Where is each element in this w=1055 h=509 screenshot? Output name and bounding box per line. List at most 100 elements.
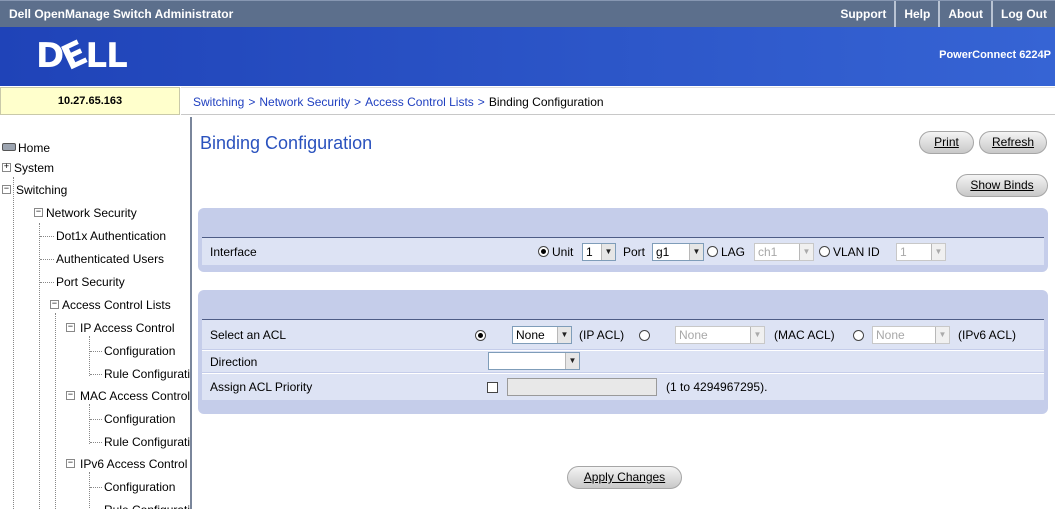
collapse-icon[interactable]: − bbox=[2, 185, 11, 194]
refresh-button[interactable]: Refresh bbox=[979, 131, 1047, 154]
crumb-separator: > bbox=[354, 95, 362, 109]
help-link[interactable]: Help bbox=[894, 1, 938, 28]
top-bar: Dell OpenManage Switch Administrator Sup… bbox=[0, 0, 1055, 28]
model-name: PowerConnect 6224P bbox=[939, 49, 1051, 61]
print-button[interactable]: Print bbox=[919, 131, 974, 154]
sidebar-item-home[interactable]: Home bbox=[18, 139, 50, 157]
priority-range: (1 to 4294967295). bbox=[666, 380, 768, 394]
sidebar-item-network-security[interactable]: Network Security bbox=[46, 204, 137, 222]
about-link[interactable]: About bbox=[938, 1, 991, 28]
unit-radio[interactable] bbox=[538, 246, 549, 257]
breadcrumb: Switching > Network Security > Access Cont… bbox=[193, 95, 604, 109]
tree-guide-line bbox=[39, 223, 40, 509]
priority-checkbox[interactable] bbox=[487, 382, 498, 393]
chevron-down-icon: ▼ bbox=[750, 327, 764, 343]
sidebar-item-mac-configuration[interactable]: Configuration bbox=[104, 410, 175, 428]
sidebar-item-system[interactable]: System bbox=[14, 159, 54, 177]
crumb-access-control-lists[interactable]: Access Control Lists bbox=[365, 95, 474, 109]
ipv6-acl-value: None bbox=[876, 328, 905, 342]
sidebar-item-ipv6-configuration[interactable]: Configuration bbox=[104, 478, 175, 496]
unit-select[interactable]: 1 ▼ bbox=[582, 243, 616, 261]
vlan-select[interactable]: 1 ▼ bbox=[896, 243, 946, 261]
mac-acl-value: None bbox=[679, 328, 708, 342]
select-acl-label: Select an ACL bbox=[210, 328, 287, 342]
lag-select[interactable]: ch1 ▼ bbox=[754, 243, 814, 261]
port-select[interactable]: g1 ▼ bbox=[652, 243, 704, 261]
unit-value: 1 bbox=[586, 245, 593, 259]
sidebar-item-dot1x-authentication[interactable]: Dot1x Authentication bbox=[56, 227, 166, 245]
ip-acl-label: (IP ACL) bbox=[579, 328, 625, 342]
priority-row: Assign ACL Priority (1 to 4294967295). bbox=[202, 373, 1044, 400]
crumb-separator: > bbox=[248, 95, 256, 109]
ip-acl-select[interactable]: None ▼ bbox=[512, 326, 572, 344]
chevron-down-icon: ▼ bbox=[931, 244, 945, 260]
collapse-icon[interactable]: − bbox=[66, 391, 75, 400]
sidebar-item-ip-configuration[interactable]: Configuration bbox=[104, 342, 175, 360]
chevron-down-icon: ▼ bbox=[689, 244, 703, 260]
select-acl-row: Select an ACL None ▼ (IP ACL) None ▼ (MAC … bbox=[202, 319, 1044, 349]
crumb-network-security[interactable]: Network Security bbox=[259, 95, 350, 109]
direction-row: Direction ▼ bbox=[202, 350, 1044, 372]
unit-label: Unit bbox=[552, 245, 574, 259]
direction-label: Direction bbox=[210, 355, 258, 369]
tree-branch bbox=[90, 442, 102, 443]
show-binds-button[interactable]: Show Binds bbox=[956, 174, 1048, 197]
crumb-switching[interactable]: Switching bbox=[193, 95, 244, 109]
vlan-label: VLAN ID bbox=[833, 245, 880, 259]
sidebar-item-ip-rule-configuration[interactable]: Rule Configuration bbox=[104, 365, 190, 383]
apply-changes-button[interactable]: Apply Changes bbox=[567, 466, 682, 489]
tree-guide-line bbox=[89, 472, 90, 509]
collapse-icon[interactable]: − bbox=[66, 459, 75, 468]
ipv6-acl-label: (IPv6 ACL) bbox=[958, 328, 1017, 342]
port-label: Port bbox=[623, 245, 646, 259]
ip-acl-radio[interactable] bbox=[475, 330, 486, 341]
collapse-icon[interactable]: − bbox=[66, 323, 75, 332]
sidebar-item-access-control-lists[interactable]: Access Control Lists bbox=[62, 296, 171, 314]
sidebar-item-ip-access-control[interactable]: IP Access Control bbox=[80, 319, 175, 337]
logout-link[interactable]: Log Out bbox=[991, 1, 1055, 28]
priority-label: Assign ACL Priority bbox=[210, 380, 313, 394]
page-title: Binding Configuration bbox=[200, 133, 373, 153]
sidebar-item-ipv6-access-control[interactable]: IPv6 Access Control bbox=[80, 455, 187, 473]
chevron-down-icon: ▼ bbox=[565, 353, 579, 369]
tree-branch bbox=[90, 419, 102, 420]
device-ip: 10.27.65.163 bbox=[0, 87, 180, 115]
interface-row: Interface Unit 1 ▼ Port g1 ▼ LAG ch1 ▼ VLAN… bbox=[202, 237, 1044, 265]
sidebar-item-authenticated-users[interactable]: Authenticated Users bbox=[56, 250, 164, 268]
sidebar-item-ipv6-rule-configuration[interactable]: Rule Configuration bbox=[104, 501, 190, 509]
top-nav: Support Help About Log Out bbox=[832, 1, 1055, 28]
breadcrumb-bar: Switching > Network Security > Access Cont… bbox=[181, 87, 1055, 115]
app-title: Dell OpenManage Switch Administrator bbox=[9, 7, 234, 21]
mac-acl-radio[interactable] bbox=[639, 330, 650, 341]
tree-branch bbox=[90, 487, 102, 488]
mac-acl-label: (MAC ACL) bbox=[774, 328, 835, 342]
tree-branch bbox=[90, 374, 102, 375]
mac-acl-select[interactable]: None ▼ bbox=[675, 326, 765, 344]
tree-guide-line bbox=[89, 336, 90, 376]
vlan-radio[interactable] bbox=[819, 246, 830, 257]
sidebar-item-mac-rule-configuration[interactable]: Rule Configuration bbox=[104, 433, 190, 451]
sidebar-tree: Home + System − Switching − Network Secu… bbox=[0, 117, 192, 509]
sidebar-item-mac-access-control[interactable]: MAC Access Control bbox=[80, 387, 190, 405]
ipv6-acl-select[interactable]: None ▼ bbox=[872, 326, 950, 344]
interface-panel: Interface Unit 1 ▼ Port g1 ▼ LAG ch1 ▼ VLAN… bbox=[198, 208, 1048, 272]
lag-radio[interactable] bbox=[707, 246, 718, 257]
sidebar-item-port-security[interactable]: Port Security bbox=[56, 273, 125, 291]
brand-bar: DELL PowerConnect 6224P bbox=[0, 27, 1055, 86]
tree-branch bbox=[40, 259, 54, 260]
direction-select[interactable]: ▼ bbox=[488, 352, 580, 370]
home-icon bbox=[2, 143, 16, 151]
crumb-separator: > bbox=[477, 95, 485, 109]
chevron-down-icon: ▼ bbox=[601, 244, 615, 260]
sidebar-item-switching[interactable]: Switching bbox=[16, 181, 67, 199]
tree-branch bbox=[40, 236, 54, 237]
priority-input[interactable] bbox=[507, 378, 657, 396]
lag-value: ch1 bbox=[758, 245, 778, 259]
ipv6-acl-radio[interactable] bbox=[853, 330, 864, 341]
collapse-icon[interactable]: − bbox=[34, 208, 43, 217]
collapse-icon[interactable]: − bbox=[50, 300, 59, 309]
expand-icon[interactable]: + bbox=[2, 163, 11, 172]
tree-branch bbox=[90, 351, 102, 352]
tree-guide-line bbox=[55, 313, 56, 509]
support-link[interactable]: Support bbox=[832, 1, 894, 28]
